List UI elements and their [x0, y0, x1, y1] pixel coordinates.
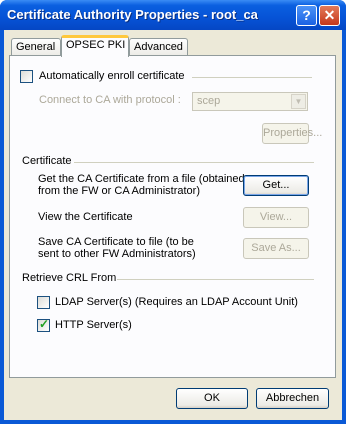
certificate-divider — [74, 162, 314, 163]
http-server-label: HTTP Server(s) — [55, 319, 132, 331]
protocol-select[interactable]: scep ▼ — [192, 92, 308, 111]
view-button[interactable]: View... — [243, 207, 309, 228]
properties-button[interactable]: Properties... — [262, 123, 322, 144]
tab-opsec-pki[interactable]: OPSEC PKI — [61, 35, 129, 57]
help-button[interactable]: ? — [296, 5, 317, 26]
window-title: Certificate Authority Properties - root_… — [7, 7, 258, 22]
certificate-group-label: Certificate — [22, 155, 72, 167]
tab-advanced-label: Advanced — [134, 41, 183, 53]
view-cert-text: View the Certificate — [38, 211, 133, 223]
crl-group-label: Retrieve CRL From — [22, 272, 117, 284]
dialog-body: General OPSEC PKI Advanced Automatically… — [4, 30, 342, 420]
ldap-server-label: LDAP Server(s) (Requires an LDAP Account… — [55, 296, 298, 308]
checkmark-icon: ✓ — [39, 317, 50, 331]
cancel-button[interactable]: Abbrechen — [256, 388, 329, 409]
auto-enroll-checkbox[interactable] — [20, 70, 33, 83]
title-bar[interactable]: Certificate Authority Properties - root_… — [0, 0, 346, 30]
get-cert-text-line2: from the FW or CA Administrator) — [38, 185, 200, 197]
get-cert-text-line1: Get the CA Certificate from a file (obta… — [38, 173, 245, 185]
close-button[interactable]: ✕ — [319, 5, 340, 26]
save-cert-text-line1: Save CA Certificate to file (to be — [38, 236, 194, 248]
save-as-button[interactable]: Save As... — [243, 238, 309, 259]
enroll-divider — [192, 77, 312, 78]
chevron-down-icon: ▼ — [291, 94, 306, 109]
tab-general-label: General — [16, 41, 56, 53]
dialog-window: Certificate Authority Properties - root_… — [0, 0, 346, 424]
tab-advanced[interactable]: Advanced — [129, 38, 188, 56]
ldap-server-checkbox[interactable] — [37, 296, 50, 309]
auto-enroll-label: Automatically enroll certificate — [39, 70, 185, 82]
ok-button[interactable]: OK — [176, 388, 248, 409]
crl-divider — [117, 279, 314, 280]
tab-opsec-pki-label: OPSEC PKI — [66, 39, 126, 51]
get-button[interactable]: Get... — [243, 175, 309, 196]
http-server-checkbox[interactable]: ✓ — [37, 317, 50, 332]
protocol-label: Connect to CA with protocol : — [39, 94, 181, 106]
tab-general[interactable]: General — [11, 38, 61, 56]
protocol-value: scep — [197, 95, 221, 107]
tab-page-opsec-pki: Automatically enroll certificate Connect… — [9, 55, 336, 378]
save-cert-text-line2: sent to other FW Administrators) — [38, 248, 196, 260]
